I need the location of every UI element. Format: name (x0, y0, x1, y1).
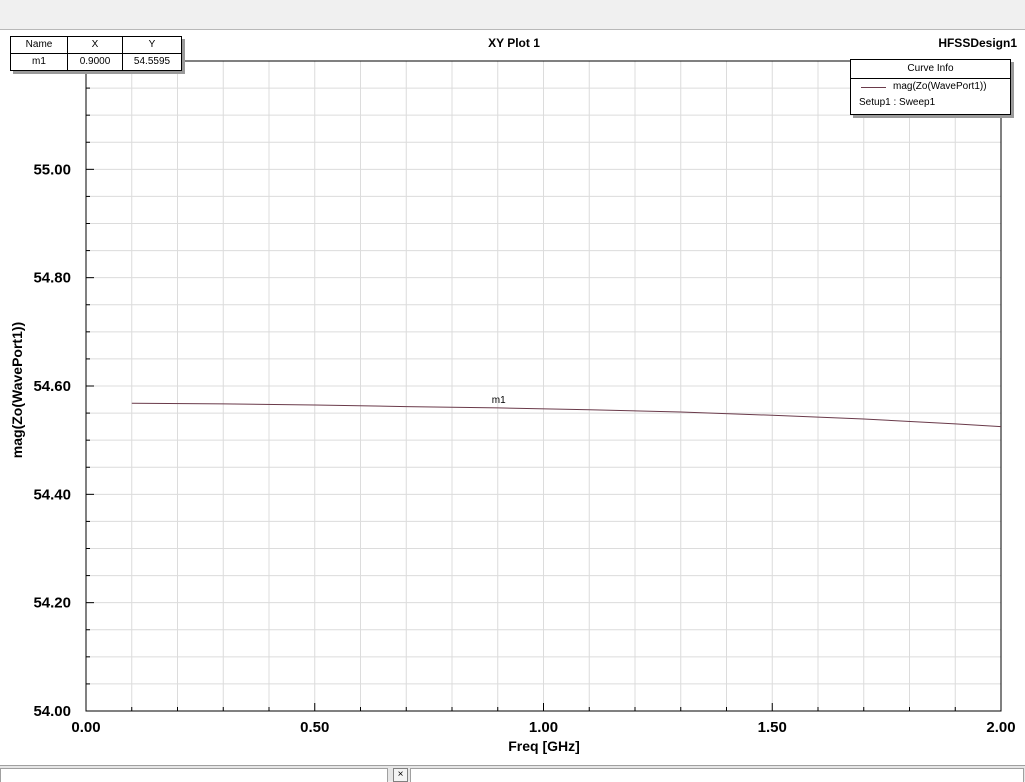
x-tick-label: 0.50 (300, 719, 329, 736)
x-axis-label: Freq [GHz] (508, 738, 580, 754)
tick-labels: 0.00 0.50 1.00 1.50 2.00 54.00 54.20 54.40 54.60… (33, 161, 1015, 736)
marker-y-cell: 54.5595 (122, 53, 182, 71)
x-tick-label: 2.00 (986, 719, 1015, 736)
series-line (131, 402, 1002, 428)
x-tick-label: 0.00 (71, 719, 100, 736)
marker-label: m1 (492, 395, 506, 406)
legend-setup-label: Setup1 : Sweep1 (859, 97, 936, 108)
curve-info-title: Curve Info (851, 60, 1010, 79)
legend-entry[interactable]: mag(Zo(WavePort1)) (851, 79, 1010, 95)
marker-table-header: Name X Y (10, 36, 182, 54)
marker-x-cell: 0.9000 (67, 53, 123, 71)
curve-info-legend[interactable]: Curve Info mag(Zo(WavePort1)) Setup1 : S… (850, 59, 1011, 115)
plot-window: m1 0.00 0.50 1.00 1.50 2.00 54.00 54.20 54.40 54… (0, 29, 1025, 766)
plot-title: XY Plot 1 (488, 36, 540, 50)
bottom-panel-strip: × (0, 765, 1025, 782)
marker-table: Name X Y m1 0.9000 54.5595 (10, 36, 182, 71)
marker-name-cell: m1 (10, 53, 68, 71)
close-icon: × (397, 769, 404, 780)
axis-ticks (86, 87, 956, 711)
y-axis-label: mag(Zo(WavePort1)) (9, 322, 25, 458)
marker-header-name: Name (10, 36, 68, 54)
design-name: HFSSDesign1 (938, 36, 1017, 50)
marker-header-y: Y (122, 36, 182, 54)
legend-series-name: mag(Zo(WavePort1)) (893, 81, 987, 92)
y-tick-label: 54.20 (33, 595, 71, 612)
grid-lines (86, 61, 1001, 711)
x-tick-label: 1.00 (529, 719, 558, 736)
x-tick-label: 1.50 (758, 719, 787, 736)
y-tick-label: 54.60 (33, 378, 71, 395)
legend-setup-row: Setup1 : Sweep1 (851, 95, 1010, 111)
y-tick-label: 54.80 (33, 270, 71, 287)
legend-line-swatch (861, 87, 886, 88)
xy-plot-chart: m1 0.00 0.50 1.00 1.50 2.00 54.00 54.20 54.40 54… (9, 36, 1017, 754)
y-tick-label: 54.00 (33, 703, 71, 720)
y-tick-label: 54.40 (33, 486, 71, 503)
table-row[interactable]: m1 0.9000 54.5595 (10, 53, 182, 71)
series-layer: m1 (131, 395, 1002, 428)
y-tick-label: 55.00 (33, 161, 71, 178)
marker-header-x: X (67, 36, 123, 54)
